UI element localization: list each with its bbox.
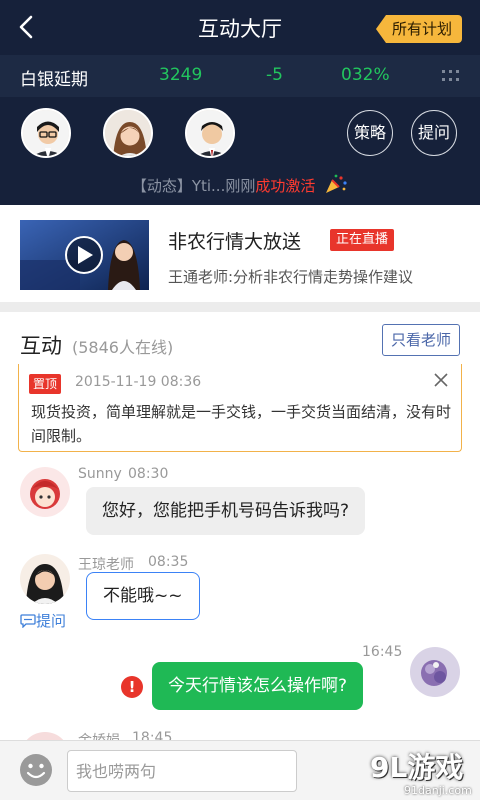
live-thumbnail[interactable] — [20, 220, 149, 290]
teacher-only-button[interactable]: 只看老师 — [381, 324, 460, 356]
message-bubble: 今天行情该怎么操作啊? — [152, 662, 364, 710]
pinned-message: 置顶 2015-11-19 08:36 现货投资，简单理解就是一手交钱，一手交货… — [18, 364, 462, 452]
user-avatar[interactable] — [20, 732, 70, 740]
teacher-avatar[interactable] — [21, 108, 71, 158]
close-icon[interactable] — [431, 370, 451, 390]
live-title: 非农行情大放送 — [168, 231, 302, 253]
teacher-row: 策略 提问 — [0, 97, 480, 167]
message-time: 08:30 — [128, 466, 169, 482]
message-bubble: 不能哦~~ — [86, 572, 200, 620]
chat-panel: 互动 (5846人在线) 只看老师 置顶 2015-11-19 08:36 现货… — [0, 312, 480, 740]
message-author: 金娇娟 — [78, 730, 120, 740]
message-author: Sunny — [78, 466, 122, 482]
watermark-url: 91danji.com — [404, 784, 472, 797]
message-input[interactable] — [67, 750, 297, 792]
quote-percent: 032% — [341, 65, 390, 85]
chat-bubble-icon — [20, 614, 36, 629]
top-bar: 互动大厅 所有计划 — [0, 0, 480, 55]
grid-menu-icon[interactable] — [442, 70, 460, 82]
pinned-time: 2015-11-19 08:36 — [75, 374, 202, 390]
activity-notice: 【动态】Yti...刚刚成功激活 — [0, 167, 480, 205]
teacher-avatar[interactable] — [103, 108, 153, 158]
send-failed-icon[interactable]: ! — [121, 676, 143, 698]
live-broadcast-card[interactable]: 非农行情大放送 正在直播 王通老师:分析非农行情走势操作建议 — [0, 205, 480, 302]
live-subtitle: 王通老师:分析非农行情走势操作建议 — [168, 268, 414, 286]
all-plans-button[interactable]: 所有计划 — [375, 15, 462, 43]
live-status-badge: 正在直播 — [330, 229, 395, 251]
self-avatar[interactable] — [410, 647, 460, 697]
chat-section-title: 互动 — [20, 334, 62, 358]
user-avatar[interactable] — [20, 467, 70, 517]
site-watermark: 9L游戏 91danji.com — [370, 746, 480, 800]
watermark-logo: 9L游戏 — [370, 751, 464, 784]
ask-teacher-link[interactable]: 提问 — [20, 610, 66, 631]
quote-change: -5 — [266, 65, 283, 85]
teacher-avatar[interactable] — [185, 108, 235, 158]
message-time: 08:35 — [148, 554, 189, 570]
strategy-button[interactable]: 策略 — [347, 110, 393, 156]
online-count: (5846人在线) — [72, 338, 174, 357]
message-time: 18:45 — [132, 730, 173, 740]
ask-label: 提问 — [36, 612, 67, 630]
party-popper-icon — [326, 174, 347, 193]
notice-highlight: 成功激活 — [255, 177, 316, 195]
quote-bar: 白银延期 3249 -5 032% — [0, 55, 480, 97]
teacher-avatar[interactable] — [20, 554, 70, 604]
quote-name: 白银延期 — [20, 70, 88, 90]
message-time: 16:45 — [362, 644, 403, 660]
notice-prefix: 【动态】Yti...刚刚 — [131, 177, 256, 195]
message-author: 王琼老师 — [78, 557, 134, 573]
smiley-face-icon[interactable] — [18, 752, 54, 788]
message-bubble: 您好，您能把手机号码告诉我吗? — [86, 487, 366, 535]
pinned-text: 现货投资，简单理解就是一手交钱，一手交货当面结清，没有时间限制。 — [31, 403, 452, 445]
pinned-badge: 置顶 — [29, 374, 62, 394]
quote-price: 3249 — [159, 65, 203, 85]
ask-question-button[interactable]: 提问 — [411, 110, 457, 156]
